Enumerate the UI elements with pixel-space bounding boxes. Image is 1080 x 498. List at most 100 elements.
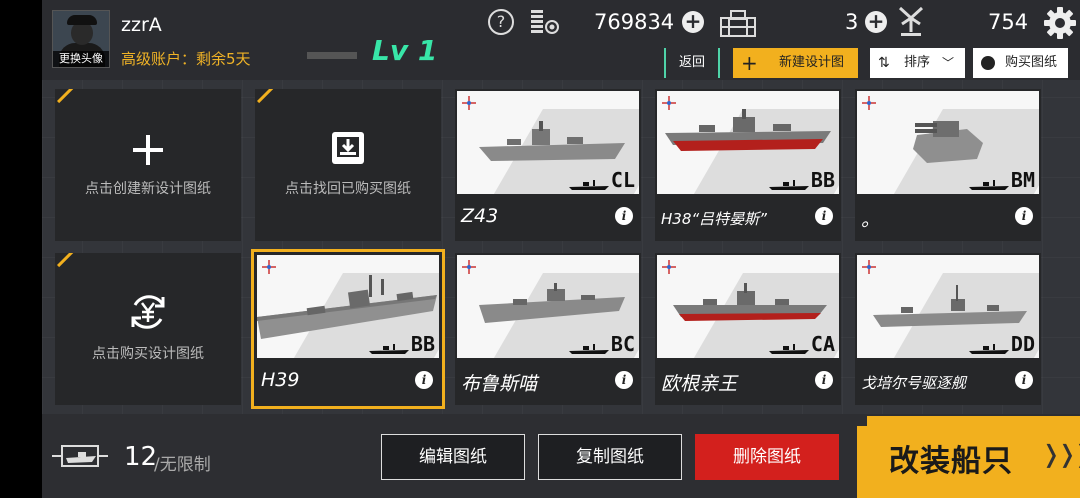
ship-preview: BC: [457, 255, 639, 358]
globe-icon: [981, 56, 995, 70]
top-bar: 更换头像 zzrA 高级账户：剩余5天 Lv 1 ? 769834 + 3 +: [42, 0, 1080, 80]
design-name: 欧根亲王: [661, 373, 738, 395]
points-value: 754: [988, 10, 1029, 34]
download-box-icon: [332, 132, 364, 164]
change-avatar-label[interactable]: 更换头像: [53, 51, 109, 67]
coin-stack-icon: [531, 10, 559, 34]
info-icon[interactable]: i: [615, 207, 633, 225]
sort-label: 排序: [904, 55, 931, 70]
rank-insignia-icon: [898, 6, 924, 36]
help-icon[interactable]: ?: [488, 9, 514, 35]
edit-design-button[interactable]: 编辑图纸: [381, 434, 525, 480]
design-name: 。: [861, 209, 881, 231]
back-button[interactable]: 返回: [664, 48, 720, 78]
ship-model-image: [913, 121, 983, 163]
design-card-selected[interactable]: BB H39 i: [251, 249, 445, 409]
chevron-down-icon: ﹀: [942, 56, 955, 70]
compass-icon: [262, 260, 276, 274]
info-icon[interactable]: i: [815, 207, 833, 225]
supply-crate-icon: [720, 10, 756, 37]
design-name: Z43: [461, 205, 499, 227]
design-name: 戈培尔号驱逐舰: [861, 374, 967, 392]
ship-model-image: [873, 285, 1027, 327]
design-card[interactable]: DD 戈培尔号驱逐舰 i: [855, 253, 1041, 405]
design-name: H38“吕特晏斯”: [661, 210, 767, 228]
buy-design-button[interactable]: 购买图纸: [973, 48, 1068, 78]
ship-design-screen: 更换头像 zzrA 高级账户：剩余5天 Lv 1 ? 769834 + 3 +: [42, 0, 1080, 498]
plus-icon: +: [741, 51, 758, 75]
create-design-caption: 点击创建新设计图纸: [85, 181, 211, 197]
ship-count-icon: [52, 445, 108, 467]
ship-silhouette-icon: [369, 344, 409, 354]
ship-class-label: BC: [610, 332, 635, 356]
purchase-design-card[interactable]: 点击购买设计图纸: [55, 253, 241, 405]
compass-icon: [462, 96, 476, 110]
compass-icon: [662, 96, 676, 110]
ship-class-label: BM: [1010, 168, 1035, 192]
yuan-exchange-icon: [131, 295, 165, 329]
plus-icon: [131, 133, 165, 167]
ship-preview: CL: [457, 91, 639, 194]
design-name: 布鲁斯喵: [461, 373, 538, 395]
compass-icon: [462, 260, 476, 274]
ship-silhouette-icon: [769, 344, 809, 354]
info-icon[interactable]: i: [415, 371, 433, 389]
ship-class-label: CA: [810, 332, 835, 356]
info-icon[interactable]: i: [615, 371, 633, 389]
design-card[interactable]: BC 布鲁斯喵 i: [455, 253, 641, 405]
ship-class-label: CL: [610, 168, 635, 192]
ship-preview: BB: [657, 91, 839, 194]
design-card[interactable]: CL Z43 i: [455, 89, 641, 241]
ship-silhouette-icon: [969, 180, 1009, 190]
delete-design-button[interactable]: 删除图纸: [695, 434, 839, 480]
info-icon[interactable]: i: [1015, 207, 1033, 225]
ship-preview: CA: [657, 255, 839, 358]
ship-class-label: DD: [1010, 332, 1035, 356]
new-design-button[interactable]: + 新建设计图: [733, 48, 858, 78]
design-card[interactable]: CA 欧根亲王 i: [655, 253, 841, 405]
buy-design-label: 购买图纸: [1005, 55, 1058, 70]
ship-silhouette-icon: [569, 344, 609, 354]
modify-ship-label: 改装船只: [889, 444, 1013, 479]
account-status: 高级账户：剩余5天: [121, 50, 251, 68]
purchase-design-caption: 点击购买设计图纸: [92, 346, 204, 362]
design-card[interactable]: BB H38“吕特晏斯” i: [655, 89, 841, 241]
create-design-card[interactable]: 点击创建新设计图纸: [55, 89, 241, 241]
chevron-right-icon: ❭❭❭: [1041, 440, 1080, 468]
info-icon[interactable]: i: [1015, 371, 1033, 389]
ship-model-image: [673, 283, 827, 321]
level-label: Lv 1: [372, 34, 438, 67]
ship-class-label: BB: [810, 168, 835, 192]
ship-class-label: BB: [410, 332, 435, 356]
design-card[interactable]: BM 。 i: [855, 89, 1041, 241]
compass-icon: [862, 260, 876, 274]
bottom-bar: 12 /无限制 编辑图纸 复制图纸 删除图纸 改装船只 ❭❭❭: [42, 414, 1080, 498]
retrieve-design-card[interactable]: 点击找回已购买图纸: [255, 89, 441, 241]
modify-ship-button[interactable]: 改装船只 ❭❭❭: [857, 416, 1080, 498]
tokens-value: 3: [845, 10, 859, 34]
add-tokens-button[interactable]: +: [865, 11, 887, 33]
retrieve-design-caption: 点击找回已购买图纸: [285, 181, 411, 197]
add-coins-button[interactable]: +: [682, 11, 704, 33]
ship-preview: DD: [857, 255, 1039, 358]
username: zzrA: [121, 14, 162, 36]
avatar-cap: [67, 15, 97, 25]
sort-icon: ⇅: [878, 55, 890, 71]
design-limit: /无限制: [154, 455, 211, 475]
ship-silhouette-icon: [569, 180, 609, 190]
avatar[interactable]: 更换头像: [52, 10, 110, 68]
ship-silhouette-icon: [969, 344, 1009, 354]
gear-icon[interactable]: [1043, 6, 1077, 40]
sort-dropdown[interactable]: ⇅ 排序 ﹀: [870, 48, 965, 78]
ship-model-image: [479, 283, 625, 323]
ship-preview: BM: [857, 91, 1039, 194]
ship-silhouette-icon: [769, 180, 809, 190]
copy-design-button[interactable]: 复制图纸: [538, 434, 682, 480]
level-progress-bar: [307, 52, 357, 59]
ship-preview: BB: [257, 255, 439, 358]
ship-model-image: [665, 109, 831, 151]
info-icon[interactable]: i: [815, 371, 833, 389]
design-count: 12: [124, 442, 158, 472]
design-name: H39: [261, 369, 300, 391]
new-design-label: 新建设计图: [779, 55, 845, 70]
